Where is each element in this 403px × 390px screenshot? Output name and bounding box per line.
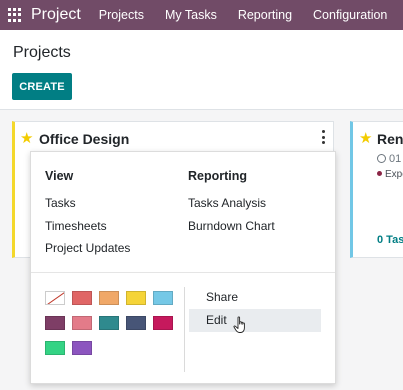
hand-pointer-icon (233, 316, 245, 333)
status-dot-icon (377, 171, 382, 176)
color-swatch-dark-purple[interactable] (45, 316, 65, 330)
view-section-heading: View (45, 169, 74, 183)
reporting-section-heading: Reporting (188, 169, 248, 183)
vertical-dots-icon[interactable] (321, 130, 325, 144)
share-menu-item[interactable]: Share (189, 286, 321, 309)
nav-item-projects[interactable]: Projects (99, 8, 144, 22)
star-icon[interactable]: ★ (359, 131, 372, 146)
color-swatch-red[interactable] (72, 291, 92, 305)
nav-item-my-tasks[interactable]: My Tasks (165, 8, 217, 22)
app-brand[interactable]: Project (31, 6, 81, 24)
view-tasks-link[interactable]: Tasks (45, 196, 76, 210)
tasks-count-link[interactable]: 0 Tas (377, 234, 403, 246)
control-panel: Projects CREATE (0, 30, 403, 110)
project-status: Expe (377, 169, 403, 180)
color-swatch-salmon-pink[interactable] (72, 316, 92, 330)
page-title: Projects (13, 44, 71, 61)
create-button[interactable]: CREATE (12, 73, 72, 100)
color-swatch-none[interactable] (45, 291, 65, 305)
color-swatch-fuchsia[interactable] (153, 316, 173, 330)
nav-item-reporting[interactable]: Reporting (238, 8, 292, 22)
status-text: Expe (385, 169, 403, 180)
project-card-renc[interactable]: ★ Renc 01 Expe 0 Tas (350, 121, 403, 258)
project-title[interactable]: Office Design (39, 131, 129, 147)
reporting-tasks-analysis-link[interactable]: Tasks Analysis (188, 196, 266, 210)
star-icon[interactable]: ★ (20, 131, 33, 146)
color-swatch-purple[interactable] (72, 341, 92, 355)
nav-item-configuration[interactable]: Configuration (313, 8, 387, 22)
top-navbar: Project Projects My Tasks Reporting Conf… (0, 0, 403, 30)
apps-grid-icon[interactable] (8, 8, 21, 22)
color-swatch-light-blue[interactable] (153, 291, 173, 305)
color-swatch-orange[interactable] (99, 291, 119, 305)
color-swatch-green[interactable] (45, 341, 65, 355)
clock-icon (377, 154, 386, 163)
view-timesheets-link[interactable]: Timesheets (45, 219, 107, 233)
color-swatch-medium-blue[interactable] (99, 316, 119, 330)
date-text: 01 (389, 153, 402, 165)
project-card-dropdown: View Tasks Timesheets Project Updates Re… (30, 151, 336, 384)
view-project-updates-link[interactable]: Project Updates (45, 241, 130, 255)
dropdown-vertical-divider (184, 287, 185, 372)
reporting-burndown-chart-link[interactable]: Burndown Chart (188, 219, 275, 233)
color-swatch-dark-blue[interactable] (126, 316, 146, 330)
color-swatch-yellow[interactable] (126, 291, 146, 305)
project-title[interactable]: Renc (377, 131, 403, 147)
dropdown-divider (31, 272, 335, 273)
edit-menu-item[interactable]: Edit (189, 309, 321, 332)
project-date: 01 (377, 153, 401, 165)
